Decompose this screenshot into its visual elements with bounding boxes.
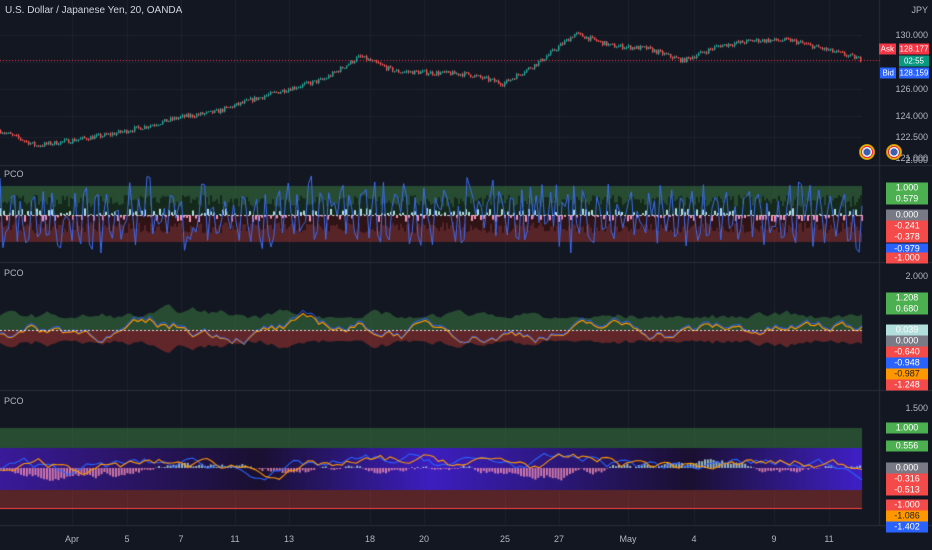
chart-canvas[interactable] xyxy=(0,0,932,550)
pco-value-tag: 1.000 xyxy=(886,422,928,434)
time-axis-label: 27 xyxy=(553,534,565,544)
ask-label: Ask xyxy=(878,43,896,55)
pco-value-tag: 1.000 xyxy=(886,182,928,194)
pco-value-tag: 0.000 xyxy=(886,335,928,347)
pane-1-tick: 2.000 xyxy=(905,155,928,165)
pco-pane-1-label[interactable]: PCO xyxy=(4,169,24,179)
time-axis-label: 9 xyxy=(771,534,777,544)
time-axis-label: 13 xyxy=(283,534,295,544)
symbol-title: U.S. Dollar / Japanese Yen, 20, OANDA xyxy=(5,5,183,16)
pco-value-tag: -1.000 xyxy=(886,499,928,511)
time-axis-label: 7 xyxy=(178,534,184,544)
pco-value-tag: -0.513 xyxy=(886,484,928,496)
pco-pane-3-label[interactable]: PCO xyxy=(4,396,24,406)
pco-value-tag: 0.579 xyxy=(886,193,928,205)
us-flag-event-icon[interactable] xyxy=(886,144,902,160)
pco-value-tag: -0.378 xyxy=(886,231,928,243)
pco-value-tag: 0.039 xyxy=(886,324,928,336)
pco-value-tag: -0.987 xyxy=(886,368,928,380)
pco-value-tag: -1.086 xyxy=(886,510,928,522)
bid-label: Bid xyxy=(880,67,896,79)
time-axis-label: 20 xyxy=(418,534,430,544)
currency-label[interactable]: JPY xyxy=(911,5,928,15)
time-axis-label: 4 xyxy=(691,534,697,544)
pco-value-tag: -0.948 xyxy=(886,357,928,369)
time-axis-label: 11 xyxy=(824,534,834,544)
pco-value-tag: 0.000 xyxy=(886,209,928,221)
pco-value-tag: -0.316 xyxy=(886,473,928,485)
price-axis-tick: 130.000 xyxy=(895,30,928,40)
pco-value-tag: -0.640 xyxy=(886,346,928,358)
time-axis-label: 5 xyxy=(124,534,130,544)
bar-countdown: 02:55 xyxy=(899,55,929,67)
ask-price: 128.177 xyxy=(899,43,929,55)
price-axis-tick: 122.500 xyxy=(895,132,928,142)
pco-value-tag: -0.241 xyxy=(886,220,928,232)
time-axis-label: 11 xyxy=(230,534,240,544)
pane-2-tick: 2.000 xyxy=(905,271,928,281)
pco-value-tag: -1.248 xyxy=(886,379,928,391)
bid-price: 128.159 xyxy=(899,67,929,79)
price-axis-tick: 126.000 xyxy=(895,84,928,94)
time-axis-label: 25 xyxy=(499,534,511,544)
pco-value-tag: 0.556 xyxy=(886,440,928,452)
pco-value-tag: 1.208 xyxy=(886,292,928,304)
pco-value-tag: 0.000 xyxy=(886,462,928,474)
us-flag-event-icon[interactable] xyxy=(859,144,875,160)
pco-value-tag: 0.680 xyxy=(886,303,928,315)
pane-3-tick: 1.500 xyxy=(905,403,928,413)
pco-value-tag: -1.402 xyxy=(886,521,928,533)
pco-pane-2-label[interactable]: PCO xyxy=(4,268,24,278)
time-axis-label: May xyxy=(619,534,637,544)
time-axis-label: Apr xyxy=(64,534,80,544)
price-axis-tick: 124.000 xyxy=(895,111,928,121)
pco-value-tag: -1.000 xyxy=(886,252,928,264)
time-axis-label: 18 xyxy=(364,534,376,544)
